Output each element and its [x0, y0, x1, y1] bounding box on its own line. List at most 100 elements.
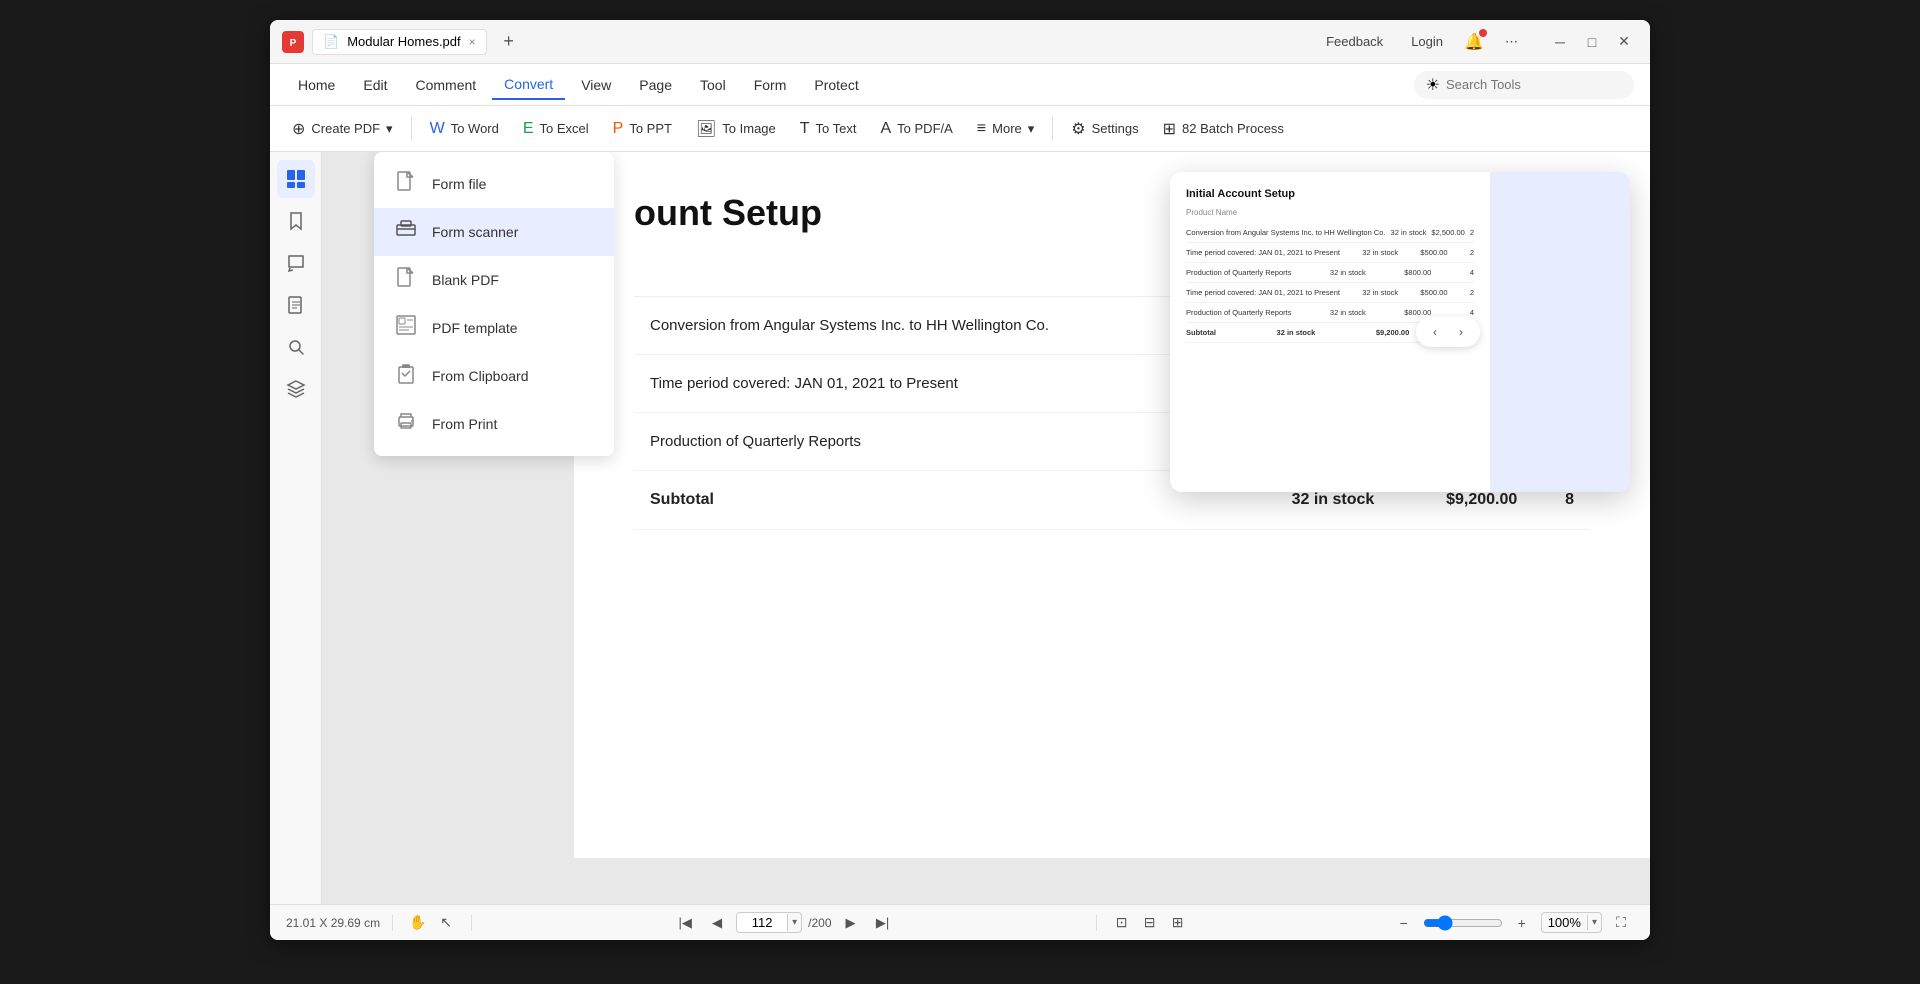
to-ppt-label: To PPT	[629, 121, 672, 136]
dropdown-item-from-print[interactable]: From Print	[374, 400, 614, 448]
settings-btn[interactable]: ⚙ Settings	[1061, 113, 1148, 145]
create-pdf-label: Create PDF	[311, 121, 380, 136]
menu-item-home[interactable]: Home	[286, 71, 347, 99]
feedback-btn[interactable]: Feedback	[1318, 30, 1391, 53]
first-page-btn[interactable]: |◀	[672, 910, 698, 936]
menu-item-view[interactable]: View	[569, 71, 623, 99]
file-tab[interactable]: 📄 Modular Homes.pdf ×	[312, 29, 487, 55]
zoom-in-btn[interactable]: +	[1509, 910, 1535, 936]
page-fit-btn[interactable]: ⊡	[1109, 910, 1135, 936]
batch-process-icon: ⊞	[1163, 119, 1176, 139]
from-clipboard-icon	[394, 362, 418, 390]
prev-page-btn[interactable]: ◀	[704, 910, 730, 936]
zoom-value-wrap: 100% ▾	[1541, 912, 1602, 933]
create-pdf-btn[interactable]: ⊕ Create PDF ▾	[282, 113, 403, 145]
search-icon: ☀	[1426, 75, 1440, 95]
more-options-btn[interactable]: ⋯	[1497, 30, 1526, 54]
file-tab-icon: 📄	[323, 34, 339, 50]
search-input[interactable]	[1446, 77, 1622, 92]
menu-item-tool[interactable]: Tool	[688, 71, 738, 99]
menu-item-convert[interactable]: Convert	[492, 70, 565, 100]
to-pdfa-label: To PDF/A	[897, 121, 953, 136]
total-pages-text: /200	[808, 916, 831, 930]
left-sidebar	[270, 152, 322, 904]
more-btn[interactable]: ≡ More ▾	[967, 114, 1045, 144]
to-ppt-icon: P	[613, 120, 624, 138]
to-excel-btn[interactable]: E To Excel	[513, 114, 599, 144]
zoom-arrow[interactable]: ▾	[1587, 915, 1601, 930]
sidebar-pages-icon[interactable]	[277, 286, 315, 324]
menu-item-form[interactable]: Form	[742, 71, 799, 99]
to-pdfa-btn[interactable]: A To PDF/A	[871, 114, 963, 144]
to-word-btn[interactable]: W To Word	[420, 114, 509, 144]
search-box[interactable]: ☀	[1414, 71, 1634, 99]
row-1-name: Conversion from Angular Systems Inc. to …	[634, 297, 1231, 355]
login-btn[interactable]: Login	[1403, 30, 1451, 53]
form-file-label: Form file	[432, 176, 486, 192]
dropdown-item-pdf-template[interactable]: PDF template	[374, 304, 614, 352]
dropdown-item-blank-pdf[interactable]: Blank PDF	[374, 256, 614, 304]
maximize-btn[interactable]: □	[1578, 28, 1606, 56]
menu-item-edit[interactable]: Edit	[351, 71, 399, 99]
new-tab-button[interactable]: +	[495, 28, 523, 56]
title-bar-left: P 📄 Modular Homes.pdf × +	[282, 28, 523, 56]
sidebar-search-icon[interactable]	[277, 328, 315, 366]
thumbnail-next-btn[interactable]: ›	[1450, 321, 1472, 343]
page-width-btn[interactable]: ⊟	[1137, 910, 1163, 936]
settings-icon: ⚙	[1071, 119, 1085, 139]
menu-item-protect[interactable]: Protect	[802, 71, 870, 99]
dropdown-item-form-file[interactable]: Form file	[374, 160, 614, 208]
form-file-icon	[394, 170, 418, 198]
sidebar-layers-icon[interactable]	[277, 370, 315, 408]
form-scanner-icon	[394, 218, 418, 246]
title-bar: P 📄 Modular Homes.pdf × + Feedback Login…	[270, 20, 1650, 64]
zoom-slider[interactable]	[1423, 915, 1503, 931]
to-text-label: To Text	[816, 121, 857, 136]
thumbnail-row-4: Time period covered: JAN 01, 2021 to Pre…	[1186, 283, 1474, 303]
cursor-tool-btn[interactable]: ↖	[433, 910, 459, 936]
title-bar-right: Feedback Login 🔔 ⋯ ─ □ ✕	[1318, 28, 1638, 56]
status-divider-3	[1096, 915, 1097, 931]
close-btn[interactable]: ✕	[1610, 28, 1638, 56]
fullscreen-btn[interactable]: ⛶	[1608, 910, 1634, 936]
page-view-tools: ⊡ ⊟ ⊞	[1109, 910, 1191, 936]
to-excel-label: To Excel	[540, 121, 589, 136]
col-header-product	[634, 264, 1231, 297]
create-pdf-arrow: ▾	[386, 121, 393, 137]
zoom-out-btn[interactable]: −	[1391, 910, 1417, 936]
thumbnail-prev-btn[interactable]: ‹	[1424, 321, 1446, 343]
thumbnail-row-3: Production of Quarterly Reports 32 in st…	[1186, 263, 1474, 283]
to-image-btn[interactable]: 🖼 To Image	[686, 113, 786, 145]
row-2-name: Time period covered: JAN 01, 2021 to Pre…	[634, 355, 1231, 413]
page-input-wrap: ▾	[736, 912, 802, 933]
notification-icon[interactable]: 🔔	[1463, 31, 1485, 53]
sidebar-bookmark-icon[interactable]	[277, 202, 315, 240]
hand-tool-btn[interactable]: ✋	[405, 910, 431, 936]
app-icon: P	[282, 31, 304, 53]
page-dropdown-arrow[interactable]: ▾	[787, 914, 801, 931]
last-page-btn[interactable]: ▶|	[870, 910, 896, 936]
to-excel-icon: E	[523, 120, 534, 138]
thumbnail-nav: ‹ ›	[1416, 317, 1480, 347]
next-page-btn[interactable]: ▶	[838, 910, 864, 936]
page-input[interactable]	[737, 913, 787, 932]
to-text-icon: T	[800, 120, 810, 138]
to-image-label: To Image	[722, 121, 775, 136]
to-text-btn[interactable]: T To Text	[790, 114, 867, 144]
pdf-thumbnail: Initial Account Setup Product Name Conve…	[1170, 172, 1630, 492]
sidebar-comment-icon[interactable]	[277, 244, 315, 282]
file-tab-title: Modular Homes.pdf	[347, 34, 460, 49]
to-word-icon: W	[430, 120, 445, 138]
to-ppt-btn[interactable]: P To PPT	[603, 114, 682, 144]
dropdown-item-form-scanner[interactable]: Form scanner	[374, 208, 614, 256]
dropdown-item-from-clipboard[interactable]: From Clipboard	[374, 352, 614, 400]
subtotal-label: Subtotal	[634, 471, 1231, 530]
tab-close-btn[interactable]: ×	[469, 35, 476, 49]
two-page-btn[interactable]: ⊞	[1165, 910, 1191, 936]
from-clipboard-label: From Clipboard	[432, 368, 528, 384]
menu-item-comment[interactable]: Comment	[403, 71, 488, 99]
sidebar-thumbnail-icon[interactable]	[277, 160, 315, 198]
minimize-btn[interactable]: ─	[1546, 28, 1574, 56]
menu-item-page[interactable]: Page	[627, 71, 684, 99]
batch-process-btn[interactable]: ⊞ 82 Batch Process	[1153, 113, 1294, 145]
